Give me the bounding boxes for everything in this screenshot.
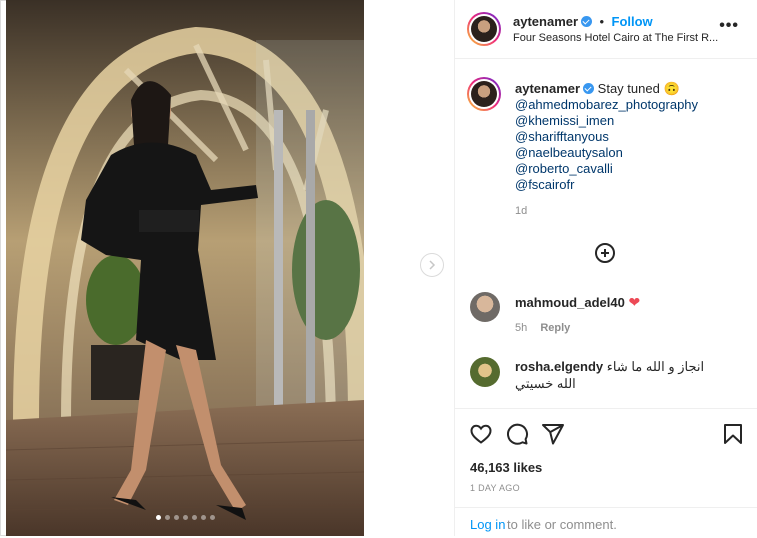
comment-meta: 5h Reply <box>515 322 570 334</box>
carousel-dot <box>210 515 215 520</box>
carousel-dots <box>156 515 215 520</box>
more-options-button[interactable]: ••• <box>719 17 739 35</box>
post-header: aytenamer • Follow Four Seasons Hotel Ca… <box>455 0 757 59</box>
follow-separator: • <box>599 14 605 29</box>
follow-button[interactable]: Follow <box>612 14 653 29</box>
carousel-dot <box>201 515 206 520</box>
carousel-dot <box>192 515 197 520</box>
heart-emoji: ❤ <box>628 294 641 310</box>
photo-illustration <box>6 0 364 536</box>
login-prompt-text: to like or comment. <box>507 517 617 532</box>
verified-icon <box>581 16 593 27</box>
login-prompt: Log in to like or comment. <box>455 507 757 538</box>
post-photo[interactable] <box>6 0 364 536</box>
comment-username[interactable]: mahmoud_adel40 <box>515 295 625 310</box>
carousel-next-button[interactable] <box>420 253 444 277</box>
save-icon[interactable] <box>721 422 745 446</box>
caption-username[interactable]: aytenamer <box>515 81 580 96</box>
caption-age: 1d <box>515 205 528 217</box>
add-comment-icon[interactable] <box>595 243 615 263</box>
login-link[interactable]: Log in <box>470 517 505 532</box>
commenter-avatar[interactable] <box>470 292 500 322</box>
comment-age: 5h <box>515 322 528 334</box>
comment: rosha.elgendy انجاز و الله ما شاء الله خ… <box>515 358 715 392</box>
comment-icon[interactable] <box>505 422 529 446</box>
carousel-dot <box>183 515 188 520</box>
caption-text: Stay tuned 🙃 <box>597 81 680 96</box>
likes-count[interactable]: 46,163 likes <box>470 460 542 475</box>
caption: aytenamer Stay tuned 🙃 @ahmedmobarez_pho… <box>515 81 740 219</box>
comment-username[interactable]: rosha.elgendy <box>515 359 603 374</box>
author-avatar[interactable] <box>467 12 501 46</box>
author-username[interactable]: aytenamer <box>513 14 578 29</box>
mention-link[interactable]: @khemissi_imen <box>515 113 740 129</box>
location-link[interactable]: Four Seasons Hotel Cairo at The First R.… <box>513 32 718 44</box>
carousel-dot <box>174 515 179 520</box>
post-timestamp[interactable]: 1 DAY AGO <box>470 483 520 493</box>
caption-avatar[interactable] <box>467 77 501 111</box>
like-icon[interactable] <box>469 422 493 446</box>
comment: mahmoud_adel40 ❤ <box>515 294 640 311</box>
mention-link[interactable]: @roberto_cavalli <box>515 161 740 177</box>
chevron-right-icon <box>429 260 436 270</box>
mention-link[interactable]: @ahmedmobarez_photography <box>515 97 740 113</box>
mention-link[interactable]: @fscairofr <box>515 177 740 193</box>
mention-link[interactable]: @sharifftanyous <box>515 129 740 145</box>
mention-link[interactable]: @naelbeautysalon <box>515 145 740 161</box>
post-actions: 46,163 likes 1 DAY AGO Log in to like or… <box>455 408 757 537</box>
carousel-dot <box>165 515 170 520</box>
reply-button[interactable]: Reply <box>540 322 570 334</box>
carousel-dot <box>156 515 161 520</box>
commenter-avatar[interactable] <box>470 357 500 387</box>
verified-icon <box>583 83 595 94</box>
share-icon[interactable] <box>541 422 565 446</box>
post-sidebar: aytenamer • Follow Four Seasons Hotel Ca… <box>454 0 757 536</box>
